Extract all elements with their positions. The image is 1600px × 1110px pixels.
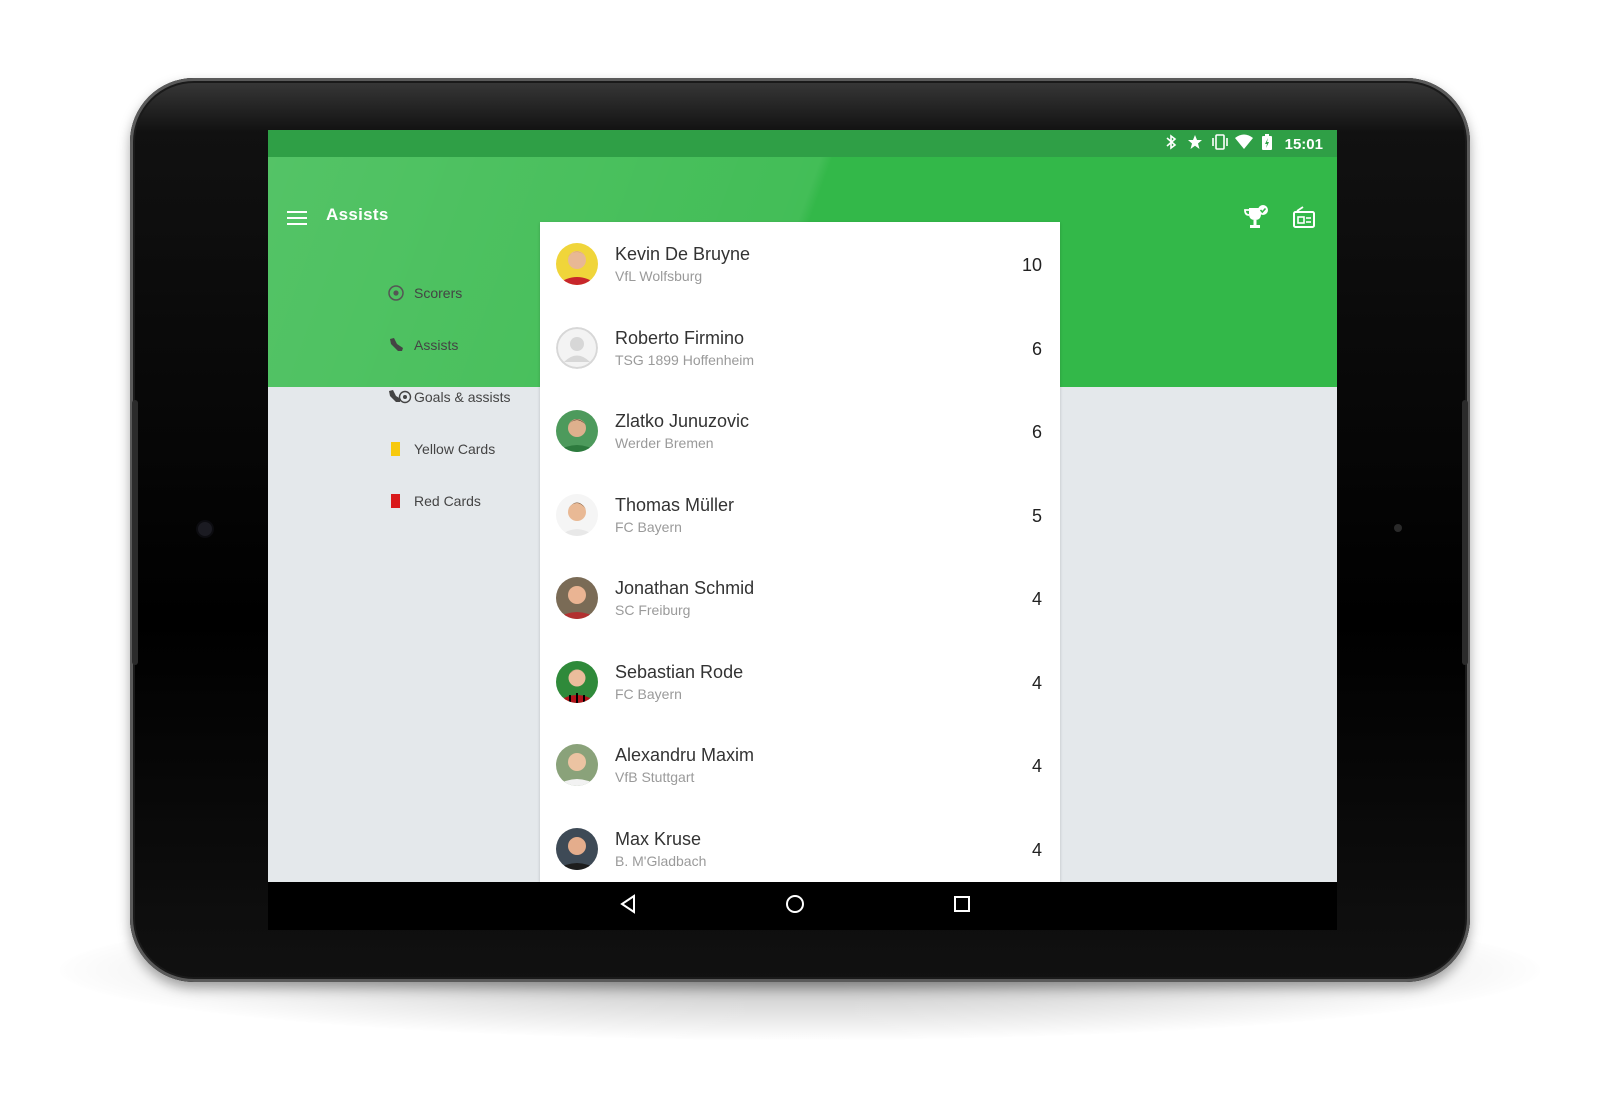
player-team: B. M'Gladbach [615, 852, 707, 869]
player-row[interactable]: Max Kruse B. M'Gladbach 4 [540, 807, 1060, 883]
system-navigation-bar [268, 882, 1337, 930]
player-row[interactable]: Kevin De Bruyne VfL Wolfsburg 10 [540, 222, 1060, 306]
boot-icon [388, 336, 412, 354]
player-team: TSG 1899 Hoffenheim [615, 351, 755, 368]
status-bar: 15:01 [268, 130, 1337, 157]
nav-label-red-cards: Red Cards [414, 493, 481, 509]
nav-label-goals-assists: Goals & assists [414, 389, 511, 405]
bluetooth-icon [1163, 134, 1179, 154]
light-sensor [1394, 524, 1402, 532]
boot-ball-icon [388, 388, 412, 406]
speaker-grille-right [1462, 400, 1468, 665]
nav-label-yellow-cards: Yellow Cards [414, 441, 496, 457]
nav-item-goals-assists[interactable]: Goals & assists [388, 371, 558, 423]
red-card-icon [388, 492, 412, 510]
back-icon[interactable] [616, 892, 640, 916]
assist-count: 10 [1021, 255, 1042, 275]
player-avatar [556, 243, 598, 285]
assist-count: 6 [1031, 422, 1042, 442]
player-row[interactable]: Sebastian Rode FC Bayern 4 [540, 640, 1060, 724]
player-name: Zlatko Junuzovic [615, 411, 750, 431]
player-row[interactable]: Alexandru Maxim VfB Stuttgart 4 [540, 723, 1060, 807]
wifi-icon [1234, 134, 1253, 154]
player-avatar [556, 827, 598, 870]
player-avatar-placeholder [556, 326, 598, 369]
star-icon [1187, 134, 1203, 154]
player-name: Roberto Firmino [615, 327, 745, 348]
player-name: Jonathan Schmid [615, 578, 755, 598]
player-avatar [556, 493, 598, 536]
player-team: FC Bayern [615, 518, 682, 535]
status-time: 15:01 [1284, 135, 1323, 153]
player-name: Sebastian Rode [615, 661, 744, 682]
front-camera [198, 522, 212, 536]
player-team: VfL Wolfsburg [615, 268, 703, 284]
assist-count: 4 [1031, 839, 1042, 860]
vibrate-icon [1211, 134, 1228, 154]
player-row[interactable]: Zlatko Junuzovic Werder Bremen 6 [540, 389, 1060, 473]
player-avatar [556, 577, 598, 619]
player-name: Alexandru Maxim [615, 745, 755, 765]
stats-navigation: Scorers Assists Goals & assists Yellow C… [388, 267, 558, 527]
assist-count: 5 [1031, 505, 1042, 526]
home-icon[interactable] [783, 892, 807, 916]
assist-count: 4 [1031, 589, 1042, 609]
player-name: Thomas Müller [615, 494, 735, 515]
player-avatar [556, 744, 598, 786]
hamburger-menu-icon[interactable] [287, 211, 307, 227]
trophy-check-icon[interactable] [1243, 205, 1269, 231]
screen: 15:01 Assists Scorers Assists Goals & as… [268, 130, 1337, 882]
nav-item-red-cards[interactable]: Red Cards [388, 475, 558, 527]
assist-count: 6 [1031, 338, 1042, 359]
status-icons: 15:01 [1163, 133, 1323, 155]
assist-count: 4 [1031, 756, 1042, 776]
player-row[interactable]: Thomas Müller FC Bayern 5 [540, 473, 1060, 557]
player-avatar [556, 660, 598, 703]
battery-charging-icon [1259, 134, 1275, 154]
nav-item-yellow-cards[interactable]: Yellow Cards [388, 423, 558, 475]
player-team: Werder Bremen [615, 435, 714, 451]
player-row[interactable]: Jonathan Schmid SC Freiburg 4 [540, 556, 1060, 640]
player-avatar [556, 410, 598, 452]
player-team: FC Bayern [615, 685, 682, 702]
nav-item-assists[interactable]: Assists [388, 319, 558, 371]
player-name: Max Kruse [615, 828, 702, 849]
recents-icon[interactable] [950, 892, 974, 916]
nav-item-scorers[interactable]: Scorers [388, 267, 558, 319]
yellow-card-icon [388, 440, 412, 458]
football-icon [388, 284, 412, 302]
nav-label-assists: Assists [414, 337, 459, 353]
nav-label-scorers: Scorers [414, 285, 463, 301]
player-team: SC Freiburg [615, 602, 691, 618]
assists-list: Kevin De Bruyne VfL Wolfsburg 10 Roberto… [540, 222, 1060, 882]
player-row[interactable]: Roberto Firmino TSG 1899 Hoffenheim 6 [540, 306, 1060, 390]
player-team: VfB Stuttgart [615, 769, 695, 785]
speaker-grille-left [132, 400, 138, 665]
player-name: Kevin De Bruyne [615, 244, 751, 264]
assist-count: 4 [1031, 672, 1042, 693]
page-title: Assists [326, 205, 389, 224]
news-icon[interactable] [1291, 205, 1317, 231]
